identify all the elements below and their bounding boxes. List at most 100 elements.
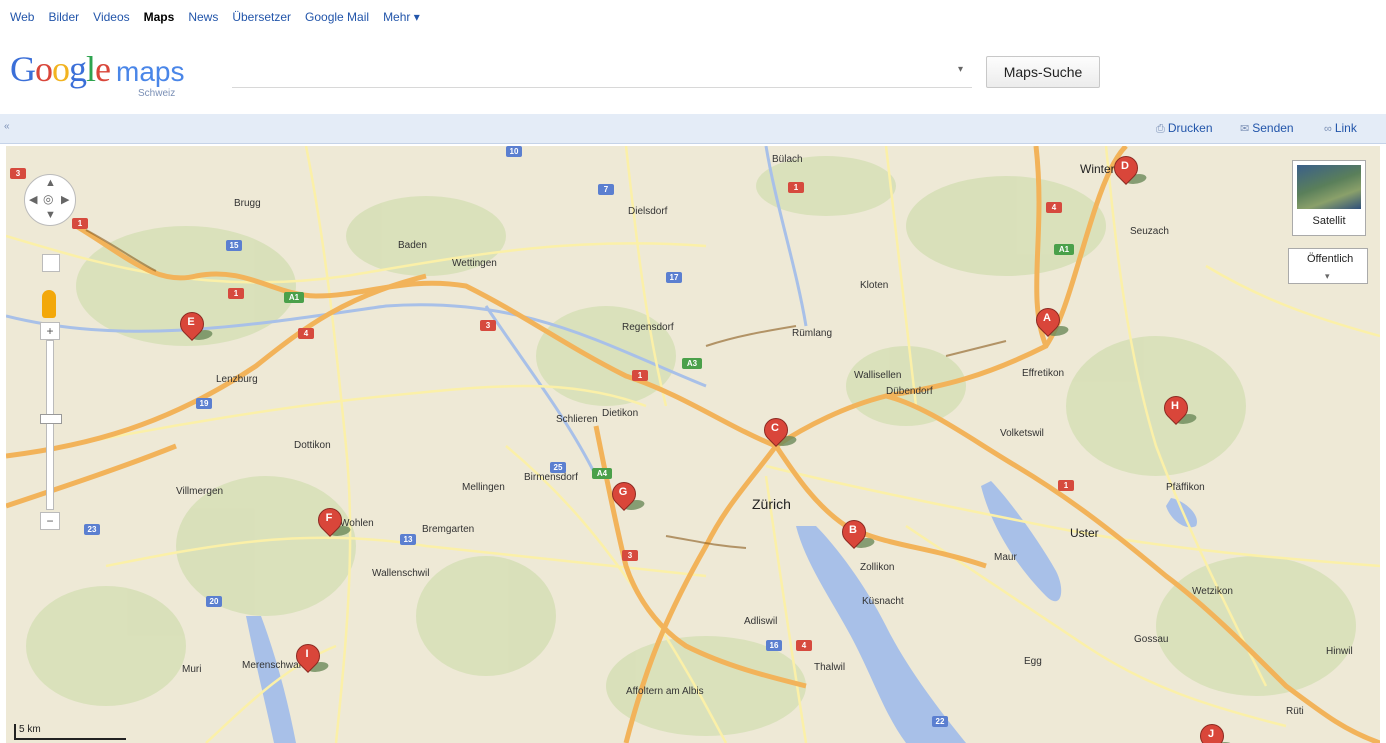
nav-news[interactable]: News [188,10,218,24]
result-marker-e[interactable]: E [175,307,215,348]
collapse-panel-icon[interactable]: « [4,121,10,132]
pan-right-icon[interactable]: ▶ [61,193,69,206]
place-label: Wettingen [452,258,497,269]
zoom-out-button[interactable]: − [40,512,60,530]
link-label: Link [1334,121,1357,135]
scale-label: 5 km [19,724,41,735]
nav-mehr[interactable]: Mehr ▾ [383,10,420,24]
place-label: Pfäffikon [1166,482,1205,493]
maps-search-input[interactable] [232,58,972,88]
place-label: Wallisellen [854,370,902,381]
search-dropdown-icon[interactable]: ▾ [958,64,963,75]
place-label: Hinwil [1326,646,1353,657]
map-toolbar: « ⎙ Drucken ✉ Senden ∞ Link [0,114,1386,144]
pan-up-icon[interactable]: ▲ [45,177,56,189]
motorway-number-shield: A3 [682,358,702,369]
public-transport-toggle[interactable]: Öffentlich ▾ [1288,248,1368,284]
place-label: Bremgarten [422,524,475,535]
place-label: Rümlang [792,328,833,339]
main-road-shield: 23 [84,524,100,535]
place-label: Egg [1024,656,1042,667]
place-label: Mellingen [462,482,505,493]
satellite-thumbnail [1297,165,1361,209]
place-label: Wetzikon [1192,586,1233,597]
main-road-shield: 19 [196,398,212,409]
home-icon[interactable] [42,254,60,272]
motorway-shield: 4 [1046,202,1062,213]
motorway-number-shield: A1 [284,292,304,303]
place-label: Adliswil [744,616,778,627]
logo-letter: g [69,49,87,89]
main-road-shield: 10 [506,146,522,157]
place-label: Volketswil [1000,428,1044,439]
motorway-shield: 4 [796,640,812,651]
place-label: Brugg [234,198,261,209]
place-label: Kloten [860,280,889,291]
place-label: Seuzach [1130,226,1169,237]
nav-uebersetzer[interactable]: Übersetzer [232,10,291,24]
main-road-shield: 16 [766,640,782,651]
result-marker-a[interactable]: A [1031,303,1071,344]
result-marker-c[interactable]: C [759,413,799,454]
logo-letter: o [35,49,53,89]
place-label: Küsnacht [862,596,904,607]
pan-left-icon[interactable]: ◀ [29,193,37,206]
place-label: Dietikon [602,408,639,419]
nav-videos[interactable]: Videos [93,10,129,24]
main-road-shield: 13 [400,534,416,545]
place-label: Baden [398,240,427,251]
chain-link-icon: ∞ [1324,123,1332,135]
zoom-slider-thumb[interactable] [40,414,62,424]
street-view-pegman-icon[interactable] [42,290,56,318]
main-road-shield: 25 [550,462,566,473]
satellite-toggle[interactable]: Satellit [1292,160,1366,236]
nav-bilder[interactable]: Bilder [48,10,79,24]
motorway-shield: 3 [480,320,496,331]
place-label: Wallenschwil [372,568,430,579]
result-marker-f[interactable]: F [313,503,353,544]
link-link[interactable]: ∞ Link [1324,121,1357,135]
result-marker-d[interactable]: D [1109,151,1149,192]
chevron-down-icon[interactable]: ▾ [1325,271,1330,282]
map-canvas[interactable]: Zürich Winterthur Uster Kloten Wettingen… [6,146,1380,743]
nav-web[interactable]: Web [10,10,34,24]
place-label: Schlieren [556,414,598,425]
motorway-shield: 1 [788,182,804,193]
printer-icon: ⎙ [1156,123,1165,135]
place-label: Maur [994,552,1017,563]
logo-letter: o [52,49,70,89]
pan-center-icon[interactable]: ◎ [43,192,53,206]
zoom-in-button[interactable]: + [40,322,60,340]
google-maps-logo[interactable]: Google maps Schweiz [10,48,230,104]
main-road-shield: 22 [932,716,948,727]
place-label: Affoltern am Albis [626,686,704,697]
main-road-shield: 17 [666,272,682,283]
place-label: Villmergen [176,486,224,497]
motorway-number-shield: A4 [592,468,612,479]
result-marker-h[interactable]: H [1159,391,1199,432]
zoom-slider-track[interactable] [46,340,54,510]
satellite-label: Satellit [1312,215,1346,227]
motorway-shield: 4 [298,328,314,339]
pan-down-icon[interactable]: ▼ [45,209,56,221]
print-link[interactable]: ⎙ Drucken [1156,121,1213,136]
result-marker-i[interactable]: I [291,639,331,680]
motorway-shield: 1 [72,218,88,229]
send-link[interactable]: ✉ Senden [1240,121,1294,135]
logo-letter: G [10,49,36,89]
place-label: Dübendorf [886,386,933,397]
place-label: Bülach [772,154,803,165]
nav-google-mail[interactable]: Google Mail [305,10,369,24]
pan-control[interactable]: ▲ ◀ ▶ ▼ ◎ [24,174,76,226]
motorway-shield: 1 [228,288,244,299]
result-marker-b[interactable]: B [837,515,877,556]
place-label: Thalwil [814,662,846,673]
nav-maps[interactable]: Maps [144,10,175,24]
result-marker-g[interactable]: G [607,477,647,518]
result-marker-j[interactable]: J [1195,719,1235,743]
place-label: Uster [1070,526,1099,540]
place-label: Zollikon [860,562,895,573]
maps-search-button[interactable]: Maps-Suche [986,56,1100,88]
place-label: Regensdorf [622,322,674,333]
place-label: Gossau [1134,634,1169,645]
